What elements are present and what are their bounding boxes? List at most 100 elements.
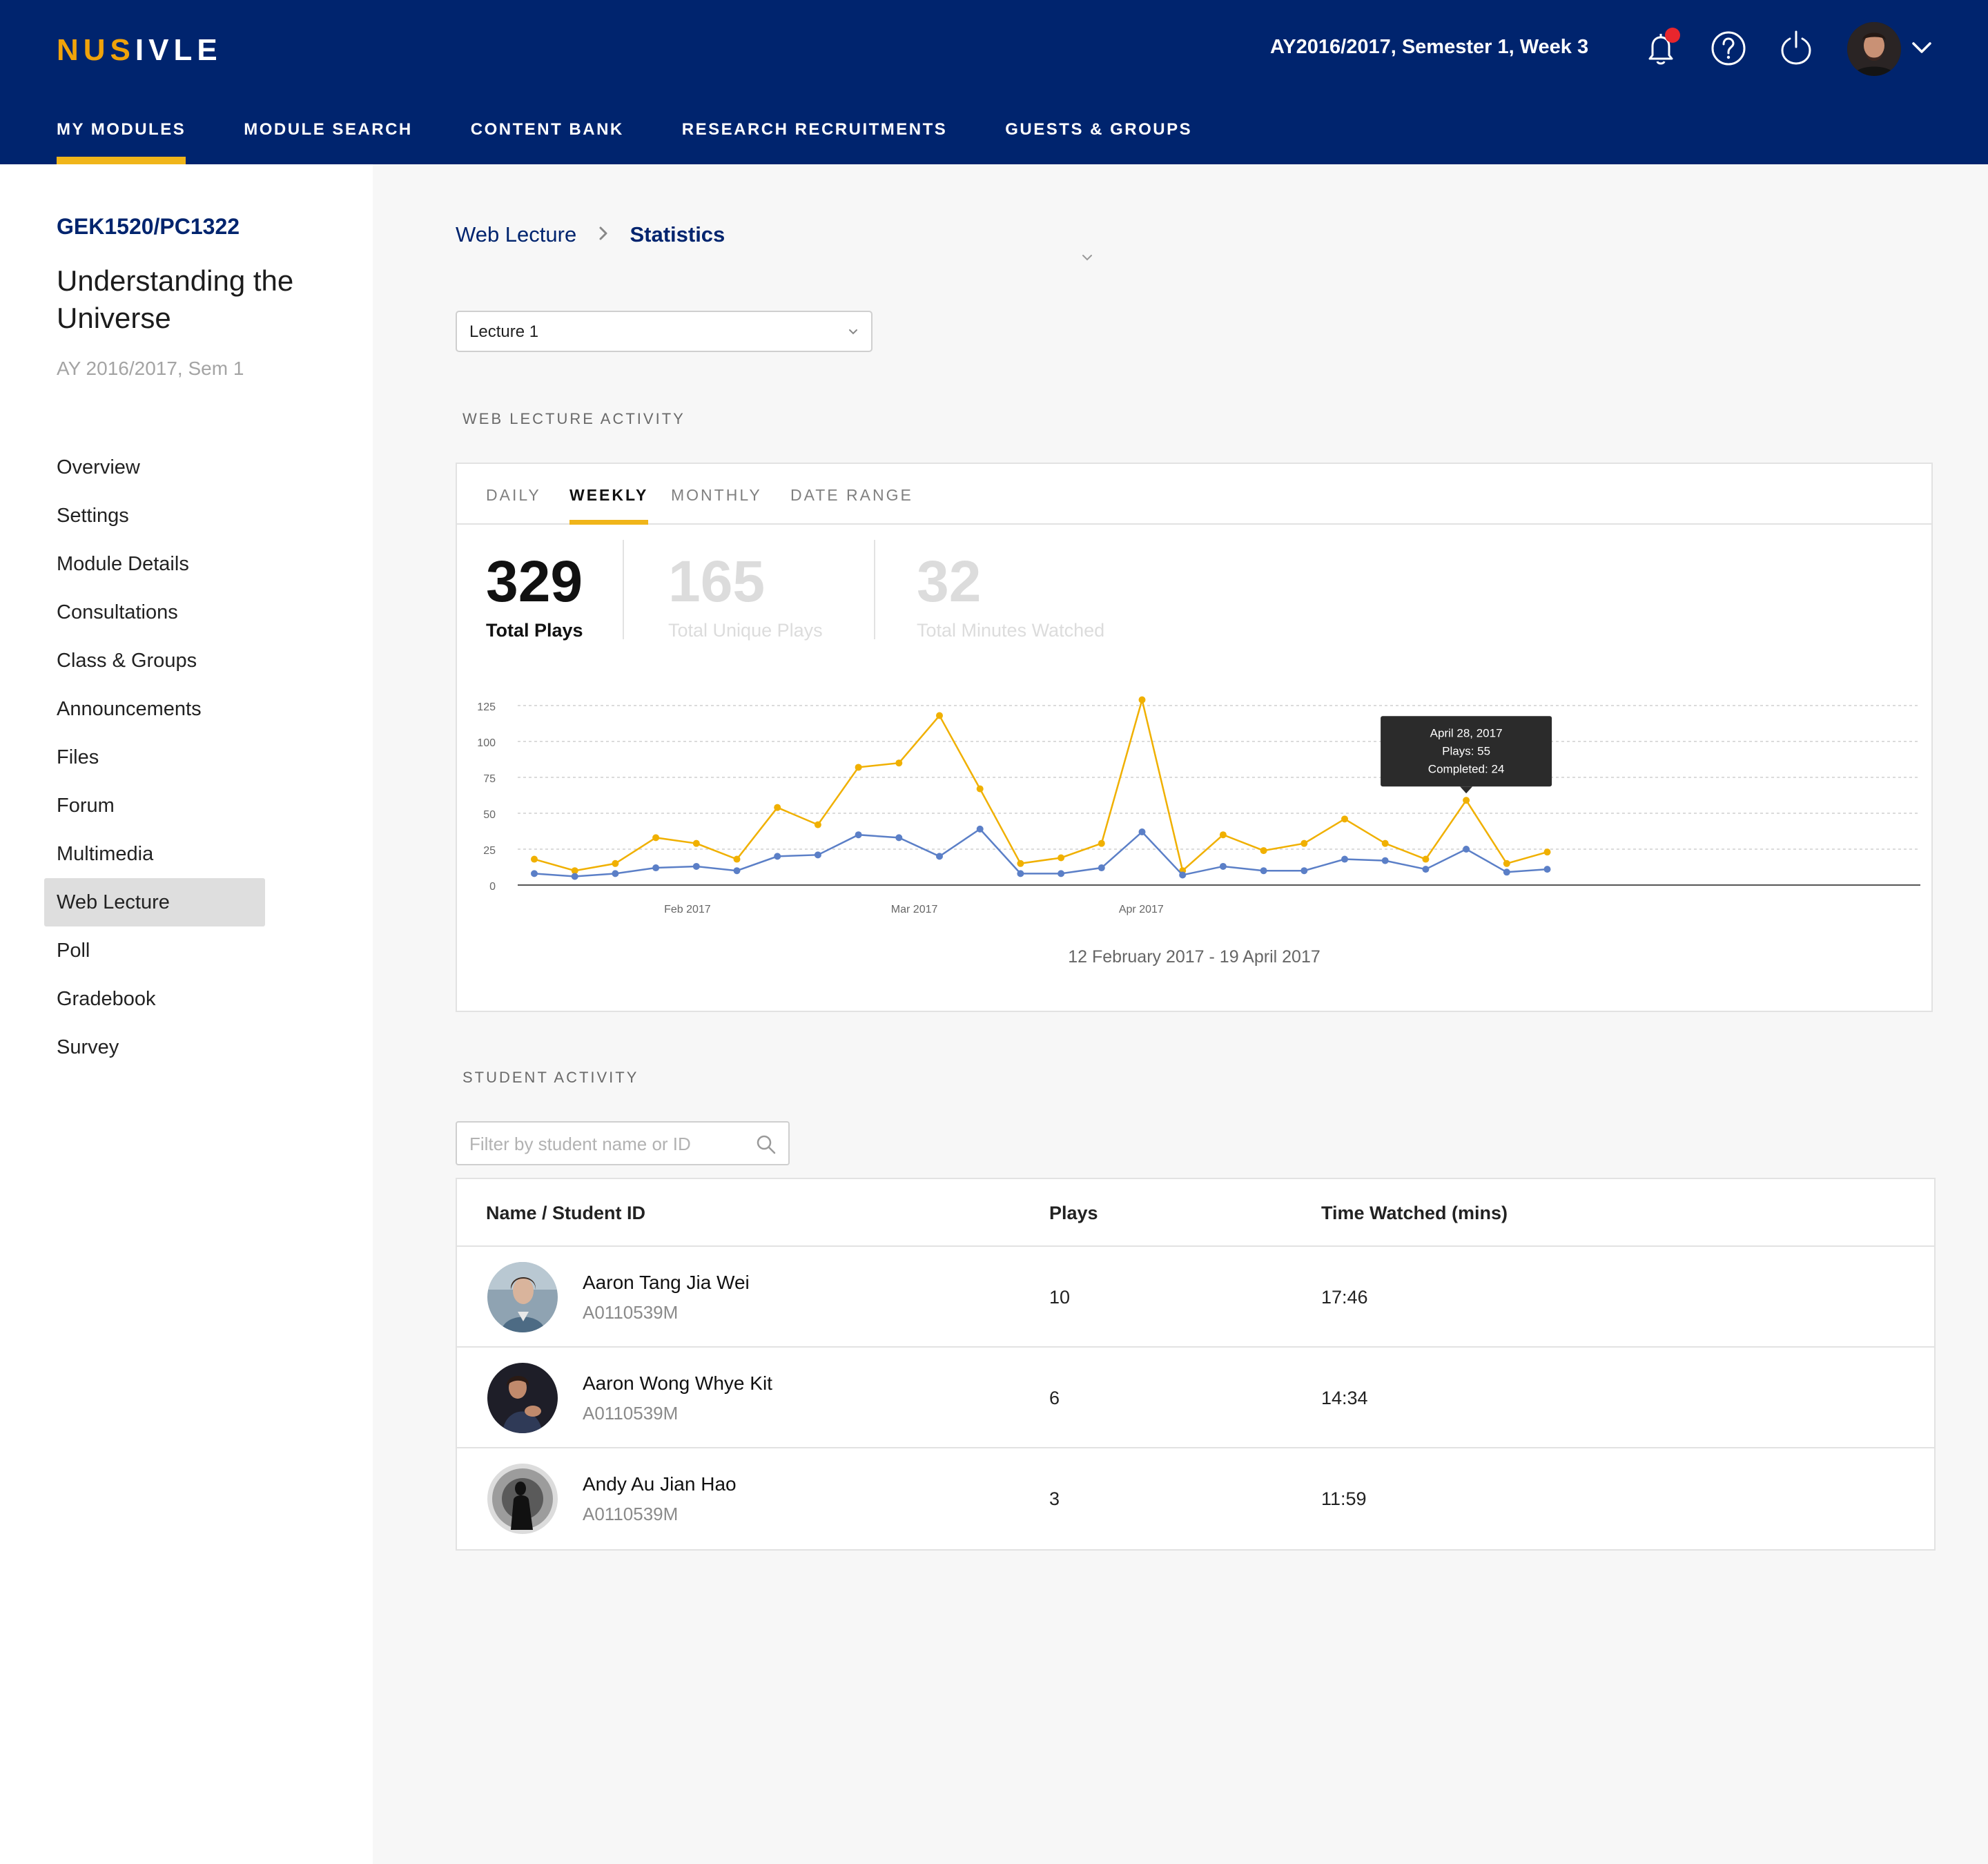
top-bar: NUSIVLE AY2016/2017, Semester 1, Week 3 …	[0, 0, 1988, 164]
sidebar-item-forum[interactable]: Forum	[44, 781, 265, 830]
data-point	[774, 804, 781, 811]
sidebar-item-consultations[interactable]: Consultations	[44, 588, 265, 637]
nav-module-search[interactable]: MODULE SEARCH	[244, 120, 413, 164]
data-point	[1341, 855, 1348, 863]
logo[interactable]: NUSIVLE	[57, 33, 222, 68]
bell-icon[interactable]	[1640, 28, 1682, 69]
chevron-right-icon	[598, 222, 609, 247]
data-point	[1381, 839, 1389, 847]
data-point	[1503, 868, 1510, 876]
table-row[interactable]: Aaron Wong Whye Kit A0110539M 6 14:34	[457, 1348, 1934, 1448]
web-lecture-activity-title: WEB LECTURE ACTIVITY	[462, 410, 685, 427]
y-tick-label: 50	[483, 809, 496, 821]
data-point	[814, 851, 821, 859]
table-row[interactable]: Aaron Tang Jia Wei A0110539M 10 17:46	[457, 1247, 1934, 1348]
x-tick-label: Apr 2017	[1119, 904, 1164, 915]
column-header-name[interactable]: Name / Student ID	[486, 1203, 645, 1224]
sidebar-item-survey[interactable]: Survey	[44, 1023, 265, 1071]
sidebar-item-class-groups[interactable]: Class & Groups	[44, 637, 265, 685]
sidebar-item-gradebook[interactable]: Gradebook	[44, 975, 265, 1023]
sidebar-item-settings[interactable]: Settings	[44, 492, 265, 540]
sidebar-item-web-lecture[interactable]: Web Lecture	[44, 878, 265, 926]
data-point	[936, 712, 943, 719]
module-title: Understanding the Universe	[57, 264, 294, 334]
student-name: Andy Au Jian Hao	[583, 1473, 737, 1495]
data-point	[571, 873, 578, 880]
plays-line-chart[interactable]: 125 100 75 50 25 0 Feb 2017 Mar 2017 Apr 2017 Apr…	[457, 464, 1931, 947]
y-tick-label: 25	[483, 845, 496, 857]
x-tick-label: Feb 2017	[664, 904, 711, 915]
activity-card: DAILY WEEKLY MONTHLY DATE RANGE 329 Tota…	[456, 463, 1933, 1012]
student-table: Name / Student ID Plays Time Watched (mi…	[456, 1178, 1936, 1551]
student-time-watched: 11:59	[1321, 1488, 1367, 1509]
nav-guests-groups[interactable]: GUESTS & GROUPS	[1005, 120, 1192, 164]
student-filter-input[interactable]	[469, 1132, 746, 1156]
nav-content-bank[interactable]: CONTENT BANK	[471, 120, 624, 164]
tooltip-arrow	[1460, 786, 1473, 794]
data-point	[733, 855, 741, 863]
student-filter	[456, 1121, 790, 1165]
term-label: AY2016/2017, Semester 1, Week 3	[1270, 36, 1589, 58]
student-id: A0110539M	[583, 1504, 679, 1524]
student-plays: 6	[1049, 1388, 1060, 1408]
nav-my-modules[interactable]: MY MODULES	[57, 120, 186, 164]
student-avatar	[487, 1464, 558, 1534]
data-point	[814, 821, 821, 828]
help-icon[interactable]	[1708, 28, 1749, 69]
lecture-select[interactable]: Lecture 1	[456, 311, 873, 352]
data-point	[1463, 846, 1470, 853]
data-point	[1017, 860, 1024, 867]
student-plays: 10	[1049, 1287, 1071, 1308]
data-point	[855, 831, 862, 839]
module-semester: AY 2016/2017, Sem 1	[57, 358, 244, 379]
data-point	[652, 864, 660, 872]
data-point	[1058, 870, 1065, 877]
data-point	[1503, 860, 1510, 867]
data-point	[1422, 855, 1430, 863]
data-point	[1098, 839, 1105, 847]
data-point	[1300, 839, 1308, 847]
sidebar-item-overview[interactable]: Overview	[44, 443, 265, 492]
data-point	[612, 870, 619, 877]
data-point	[1098, 864, 1105, 872]
chevron-down-icon	[848, 327, 859, 336]
sidebar-item-multimedia[interactable]: Multimedia	[44, 830, 265, 878]
sidebar-nav: Overview Settings Module Details Consult…	[44, 443, 265, 1071]
sidebar-item-files[interactable]: Files	[44, 733, 265, 781]
data-point	[612, 860, 619, 867]
data-point	[1179, 871, 1187, 879]
sidebar-item-module-details[interactable]: Module Details	[44, 540, 265, 588]
y-tick-label: 125	[477, 701, 496, 713]
column-header-plays[interactable]: Plays	[1049, 1203, 1098, 1224]
power-icon[interactable]	[1775, 28, 1817, 69]
search-icon[interactable]	[755, 1134, 777, 1156]
chevron-down-icon[interactable]	[1081, 253, 1093, 261]
module-code[interactable]: GEK1520/PC1322	[57, 214, 240, 240]
student-avatar	[487, 1363, 558, 1433]
student-name: Aaron Wong Whye Kit	[583, 1372, 772, 1394]
data-point	[774, 853, 781, 860]
y-tick-label: 0	[489, 881, 496, 893]
breadcrumb-web-lecture[interactable]: Web Lecture	[456, 222, 576, 246]
student-id: A0110539M	[583, 1403, 679, 1424]
data-point	[1219, 862, 1227, 870]
series-line-1	[534, 828, 1548, 877]
user-avatar[interactable]	[1847, 22, 1901, 76]
data-point	[531, 855, 538, 863]
data-point	[1260, 847, 1267, 855]
sidebar-item-announcements[interactable]: Announcements	[44, 685, 265, 733]
nav-research-recruitments[interactable]: RESEARCH RECRUITMENTS	[682, 120, 948, 164]
student-plays: 3	[1049, 1488, 1060, 1509]
data-point	[1543, 866, 1551, 873]
y-tick-label: 75	[483, 773, 496, 785]
tooltip-text: April 28, 2017	[1430, 726, 1503, 739]
data-point	[936, 853, 943, 860]
chevron-down-icon[interactable]	[1909, 37, 1934, 58]
column-header-time-watched[interactable]: Time Watched (mins)	[1321, 1203, 1508, 1224]
table-row[interactable]: Andy Au Jian Hao A0110539M 3 11:59	[457, 1448, 1934, 1549]
data-point	[855, 764, 862, 771]
data-point	[1300, 867, 1308, 875]
data-point	[1260, 867, 1267, 875]
breadcrumb: Web Lecture Statistics	[456, 222, 725, 247]
sidebar-item-poll[interactable]: Poll	[44, 926, 265, 975]
